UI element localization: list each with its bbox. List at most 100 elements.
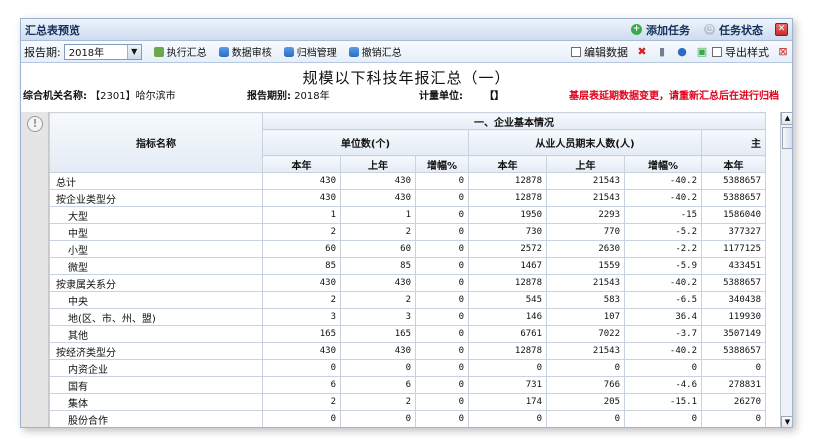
table-cell[interactable]: 85 [262, 257, 341, 275]
table-cell[interactable]: 2 [262, 393, 341, 411]
table-cell[interactable]: 60 [340, 240, 416, 258]
table-cell[interactable]: 12878 [468, 172, 547, 190]
table-cell[interactable]: -3.7 [624, 325, 702, 343]
table-cell[interactable]: 0 [415, 308, 469, 326]
table-cell[interactable]: 0 [468, 359, 547, 377]
table-cell[interactable]: -6.5 [624, 291, 702, 309]
add-task-button[interactable]: + 添加任务 [631, 22, 690, 38]
table-row[interactable]: 中央 2 2 0 545 583 -6.5 340438 [49, 291, 766, 309]
table-cell[interactable]: 60 [262, 240, 341, 258]
table-cell[interactable]: 0 [262, 410, 341, 427]
table-cell[interactable]: 430 [262, 342, 341, 360]
table-cell[interactable]: 730 [468, 223, 547, 241]
table-cell[interactable]: 0 [546, 410, 625, 427]
table-cell[interactable]: 0 [546, 359, 625, 377]
table-cell[interactable]: 430 [262, 172, 341, 190]
table-cell[interactable]: 165 [262, 325, 341, 343]
table-cell[interactable]: 119930 [701, 308, 766, 326]
table-cell[interactable]: 85 [340, 257, 416, 275]
table-cell[interactable]: 1 [262, 206, 341, 224]
table-cell[interactable]: 36.4 [624, 308, 702, 326]
table-cell[interactable]: 165 [340, 325, 416, 343]
table-cell[interactable]: 21543 [546, 172, 625, 190]
close-icon[interactable]: ✕ [775, 23, 788, 36]
table-row[interactable]: 中型 2 2 0 730 770 -5.2 377327 [49, 223, 766, 241]
table-cell[interactable]: -15.1 [624, 393, 702, 411]
data-review-button[interactable]: 数据审核 [218, 44, 272, 59]
table-cell[interactable]: 1586040 [701, 206, 766, 224]
table-cell[interactable]: 0 [340, 410, 416, 427]
table-cell[interactable]: 0 [415, 189, 469, 207]
table-cell[interactable]: 0 [415, 257, 469, 275]
chevron-down-icon[interactable]: ▼ [126, 44, 141, 59]
table-cell[interactable]: 21543 [546, 342, 625, 360]
table-cell[interactable]: 5388657 [701, 342, 766, 360]
table-cell[interactable]: 430 [340, 274, 416, 292]
info-icon[interactable]: ! [27, 116, 43, 132]
table-cell[interactable]: 430 [340, 342, 416, 360]
table-cell[interactable]: 5388657 [701, 274, 766, 292]
table-cell[interactable]: 5388657 [701, 172, 766, 190]
table-cell[interactable]: 2 [340, 291, 416, 309]
table-cell[interactable]: 1 [340, 206, 416, 224]
table-cell[interactable]: 430 [340, 189, 416, 207]
table-cell[interactable]: 0 [262, 359, 341, 377]
table-cell[interactable]: 174 [468, 393, 547, 411]
excel-icon[interactable]: ▣ [696, 45, 708, 58]
period-select[interactable]: 2018年 ▼ [63, 43, 142, 60]
table-cell[interactable]: -40.2 [624, 172, 702, 190]
table-cell[interactable]: 0 [701, 359, 766, 377]
table-row[interactable]: 按企业类型分 430 430 0 12878 21543 -40.2 5388657 [49, 189, 766, 207]
table-cell[interactable]: 731 [468, 376, 547, 394]
table-cell[interactable]: -5.9 [624, 257, 702, 275]
table-cell[interactable]: 430 [262, 189, 341, 207]
table-row[interactable]: 国有 6 6 0 731 766 -4.6 278831 [49, 376, 766, 394]
table-cell[interactable]: 0 [415, 376, 469, 394]
table-cell[interactable]: -4.6 [624, 376, 702, 394]
table-cell[interactable]: 205 [546, 393, 625, 411]
table-row[interactable]: 微型 85 85 0 1467 1559 -5.9 433451 [49, 257, 766, 275]
table-cell[interactable]: 2 [340, 223, 416, 241]
table-cell[interactable]: 278831 [701, 376, 766, 394]
table-cell[interactable]: 0 [468, 410, 547, 427]
table-cell[interactable]: 430 [340, 172, 416, 190]
table-cell[interactable]: 340438 [701, 291, 766, 309]
table-cell[interactable]: 2630 [546, 240, 625, 258]
table-cell[interactable]: 430 [262, 274, 341, 292]
table-cell[interactable]: 0 [415, 223, 469, 241]
table-row[interactable]: 大型 1 1 0 1950 2293 -15 1586040 [49, 206, 766, 224]
table-cell[interactable]: -40.2 [624, 342, 702, 360]
table-cell[interactable]: 107 [546, 308, 625, 326]
table-cell[interactable]: 0 [415, 240, 469, 258]
table-row[interactable]: 总计 430 430 0 12878 21543 -40.2 5388657 [49, 172, 766, 190]
table-cell[interactable]: 12878 [468, 342, 547, 360]
table-cell[interactable]: 1177125 [701, 240, 766, 258]
edit-data-checkbox[interactable] [571, 46, 581, 57]
vertical-scrollbar[interactable]: ▲ ▼ [780, 112, 792, 427]
table-row[interactable]: 小型 60 60 0 2572 2630 -2.2 1177125 [49, 240, 766, 258]
archive-management-button[interactable]: 归档管理 [283, 44, 337, 59]
table-cell[interactable]: 2572 [468, 240, 547, 258]
close-panel-icon[interactable]: ⊠ [777, 45, 789, 58]
table-cell[interactable]: 21543 [546, 274, 625, 292]
table-cell[interactable]: 7022 [546, 325, 625, 343]
task-status-button[interactable]: ◷ 任务状态 [704, 22, 763, 38]
table-cell[interactable]: 6 [262, 376, 341, 394]
table-cell[interactable]: 1950 [468, 206, 547, 224]
table-row[interactable]: 内资企业 0 0 0 0 0 0 0 [49, 359, 766, 377]
table-cell[interactable]: 3 [262, 308, 341, 326]
scroll-thumb[interactable] [782, 127, 792, 149]
table-cell[interactable]: 545 [468, 291, 547, 309]
export-style-checkbox[interactable] [712, 46, 722, 57]
table-row[interactable]: 集体 2 2 0 174 205 -15.1 26270 [49, 393, 766, 411]
table-cell[interactable]: 0 [415, 359, 469, 377]
table-cell[interactable]: -2.2 [624, 240, 702, 258]
database-icon[interactable]: ● [676, 45, 688, 58]
execute-summary-button[interactable]: 执行汇总 [153, 44, 207, 59]
table-cell[interactable]: 26270 [701, 393, 766, 411]
table-cell[interactable]: 6761 [468, 325, 547, 343]
table-cell[interactable]: -40.2 [624, 274, 702, 292]
table-cell[interactable]: 0 [415, 291, 469, 309]
table-cell[interactable]: 0 [701, 410, 766, 427]
table-cell[interactable]: 0 [415, 393, 469, 411]
